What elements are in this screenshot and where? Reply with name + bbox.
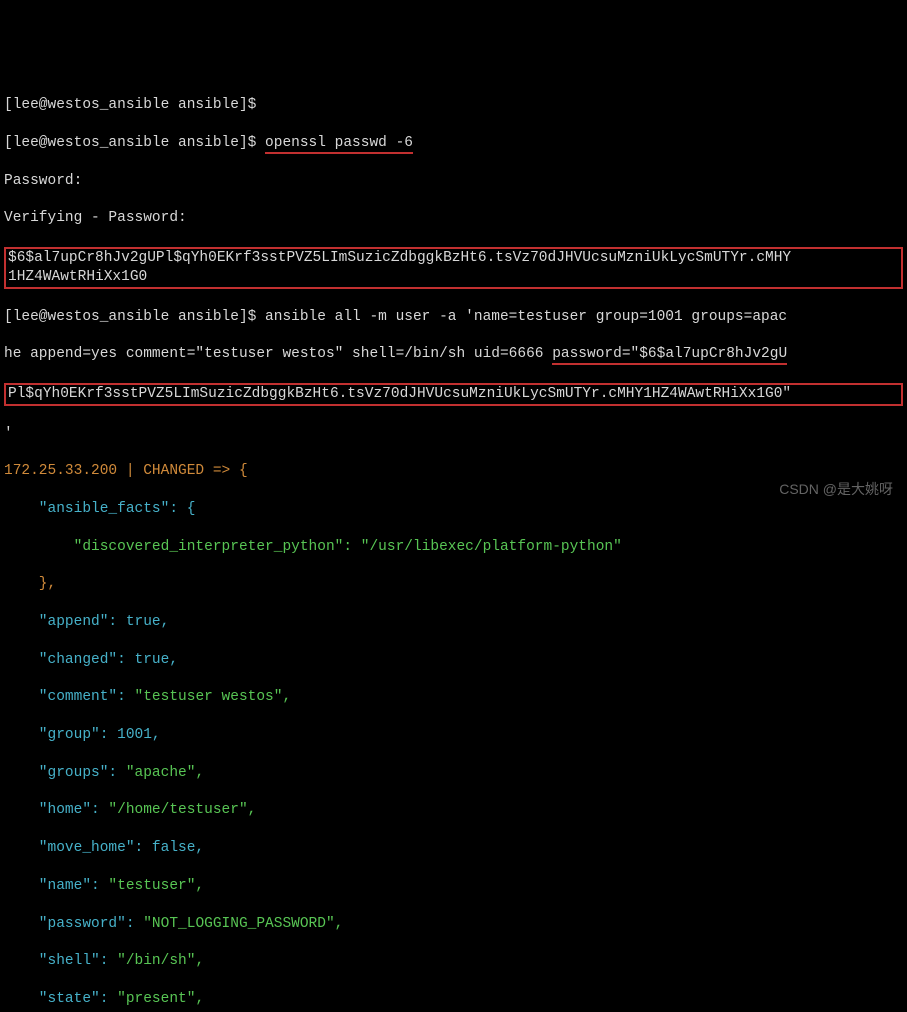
ansible-cmd-c: Pl$qYh0EKrf3sstPVZ5LImSuzicZdbggkBzHt6.t…	[8, 386, 791, 402]
groups-v: "apache",	[126, 765, 204, 781]
comment-k: "comment":	[4, 689, 135, 705]
shell-v: "/bin/sh",	[117, 953, 204, 969]
password-prompt: Password:	[4, 172, 903, 191]
append-line: "append": true,	[4, 613, 903, 632]
changed-kv: "changed": true,	[4, 652, 178, 668]
pwd-k: "password":	[4, 916, 143, 932]
prompt-line-0: [lee@westos_ansible ansible]$	[4, 96, 903, 115]
changed-line: "changed": true,	[4, 651, 903, 670]
prompt-line-1: [lee@westos_ansible ansible]$ openssl pa…	[4, 134, 903, 153]
shell-prompt: [lee@westos_ansible ansible]$	[4, 97, 265, 113]
state-k: "state":	[4, 991, 117, 1007]
home-line: "home": "/home/testuser",	[4, 801, 903, 820]
group-line: "group": 1001,	[4, 726, 903, 745]
ansible-pw-arg: password="$6$al7upCr8hJv2gU	[552, 346, 787, 365]
state-v: "present",	[117, 991, 204, 1007]
groups-line: "groups": "apache",	[4, 764, 903, 783]
hash-line-2: 1HZ4WAwtRHiXx1G0	[8, 269, 147, 285]
move-home-line: "move_home": false,	[4, 839, 903, 858]
groups-k: "groups":	[4, 765, 126, 781]
append-kv: "append": true,	[4, 614, 169, 630]
discovered-interpreter: "discovered_interpreter_python": "/usr/l…	[4, 538, 903, 557]
ansible-facts-open: "ansible_facts": {	[4, 500, 903, 519]
name-line: "name": "testuser",	[4, 877, 903, 896]
verify-prompt: Verifying - Password:	[4, 209, 903, 228]
openssl-command: openssl passwd -6	[265, 135, 413, 154]
shell-k: "shell":	[4, 953, 117, 969]
csdn-watermark: CSDN @是大姚呀	[779, 480, 893, 498]
ansible-cmd-end: '	[4, 425, 903, 444]
ansible-cmd-a: ansible all -m user -a 'name=testuser gr…	[265, 309, 787, 325]
ansible-cmd-line-2: he append=yes comment="testuser westos" …	[4, 345, 903, 364]
ansible-cmd-line-1: [lee@westos_ansible ansible]$ ansible al…	[4, 308, 903, 327]
ansible-facts-close: },	[4, 575, 903, 594]
result-header: 172.25.33.200 | CHANGED => {	[4, 462, 903, 481]
move-kv: "move_home": false,	[4, 840, 204, 856]
home-v: "/home/testuser",	[108, 802, 256, 818]
pwd-v: "NOT_LOGGING_PASSWORD",	[143, 916, 343, 932]
comment-v: "testuser westos",	[135, 689, 292, 705]
hash-line-1: $6$al7upCr8hJv2gUPl$qYh0EKrf3sstPVZ5LImS…	[8, 250, 791, 266]
comment-line: "comment": "testuser westos",	[4, 688, 903, 707]
terminal[interactable]: [lee@westos_ansible ansible]$ [lee@westo…	[0, 75, 907, 1012]
name-v: "testuser",	[108, 878, 204, 894]
ansible-cmd-b: he append=yes comment="testuser westos" …	[4, 346, 552, 362]
group-kv: "group": 1001,	[4, 727, 161, 743]
home-k: "home":	[4, 802, 108, 818]
shell-prompt: [lee@westos_ansible ansible]$	[4, 309, 265, 325]
shell-prompt: [lee@westos_ansible ansible]$	[4, 135, 265, 151]
password-line: "password": "NOT_LOGGING_PASSWORD",	[4, 915, 903, 934]
name-k: "name":	[4, 878, 108, 894]
state-line: "state": "present",	[4, 990, 903, 1009]
ansible-pw-hash-box: Pl$qYh0EKrf3sstPVZ5LImSuzicZdbggkBzHt6.t…	[4, 383, 903, 406]
hash-output-box: $6$al7upCr8hJv2gUPl$qYh0EKrf3sstPVZ5LImS…	[4, 247, 903, 289]
shell-line: "shell": "/bin/sh",	[4, 952, 903, 971]
